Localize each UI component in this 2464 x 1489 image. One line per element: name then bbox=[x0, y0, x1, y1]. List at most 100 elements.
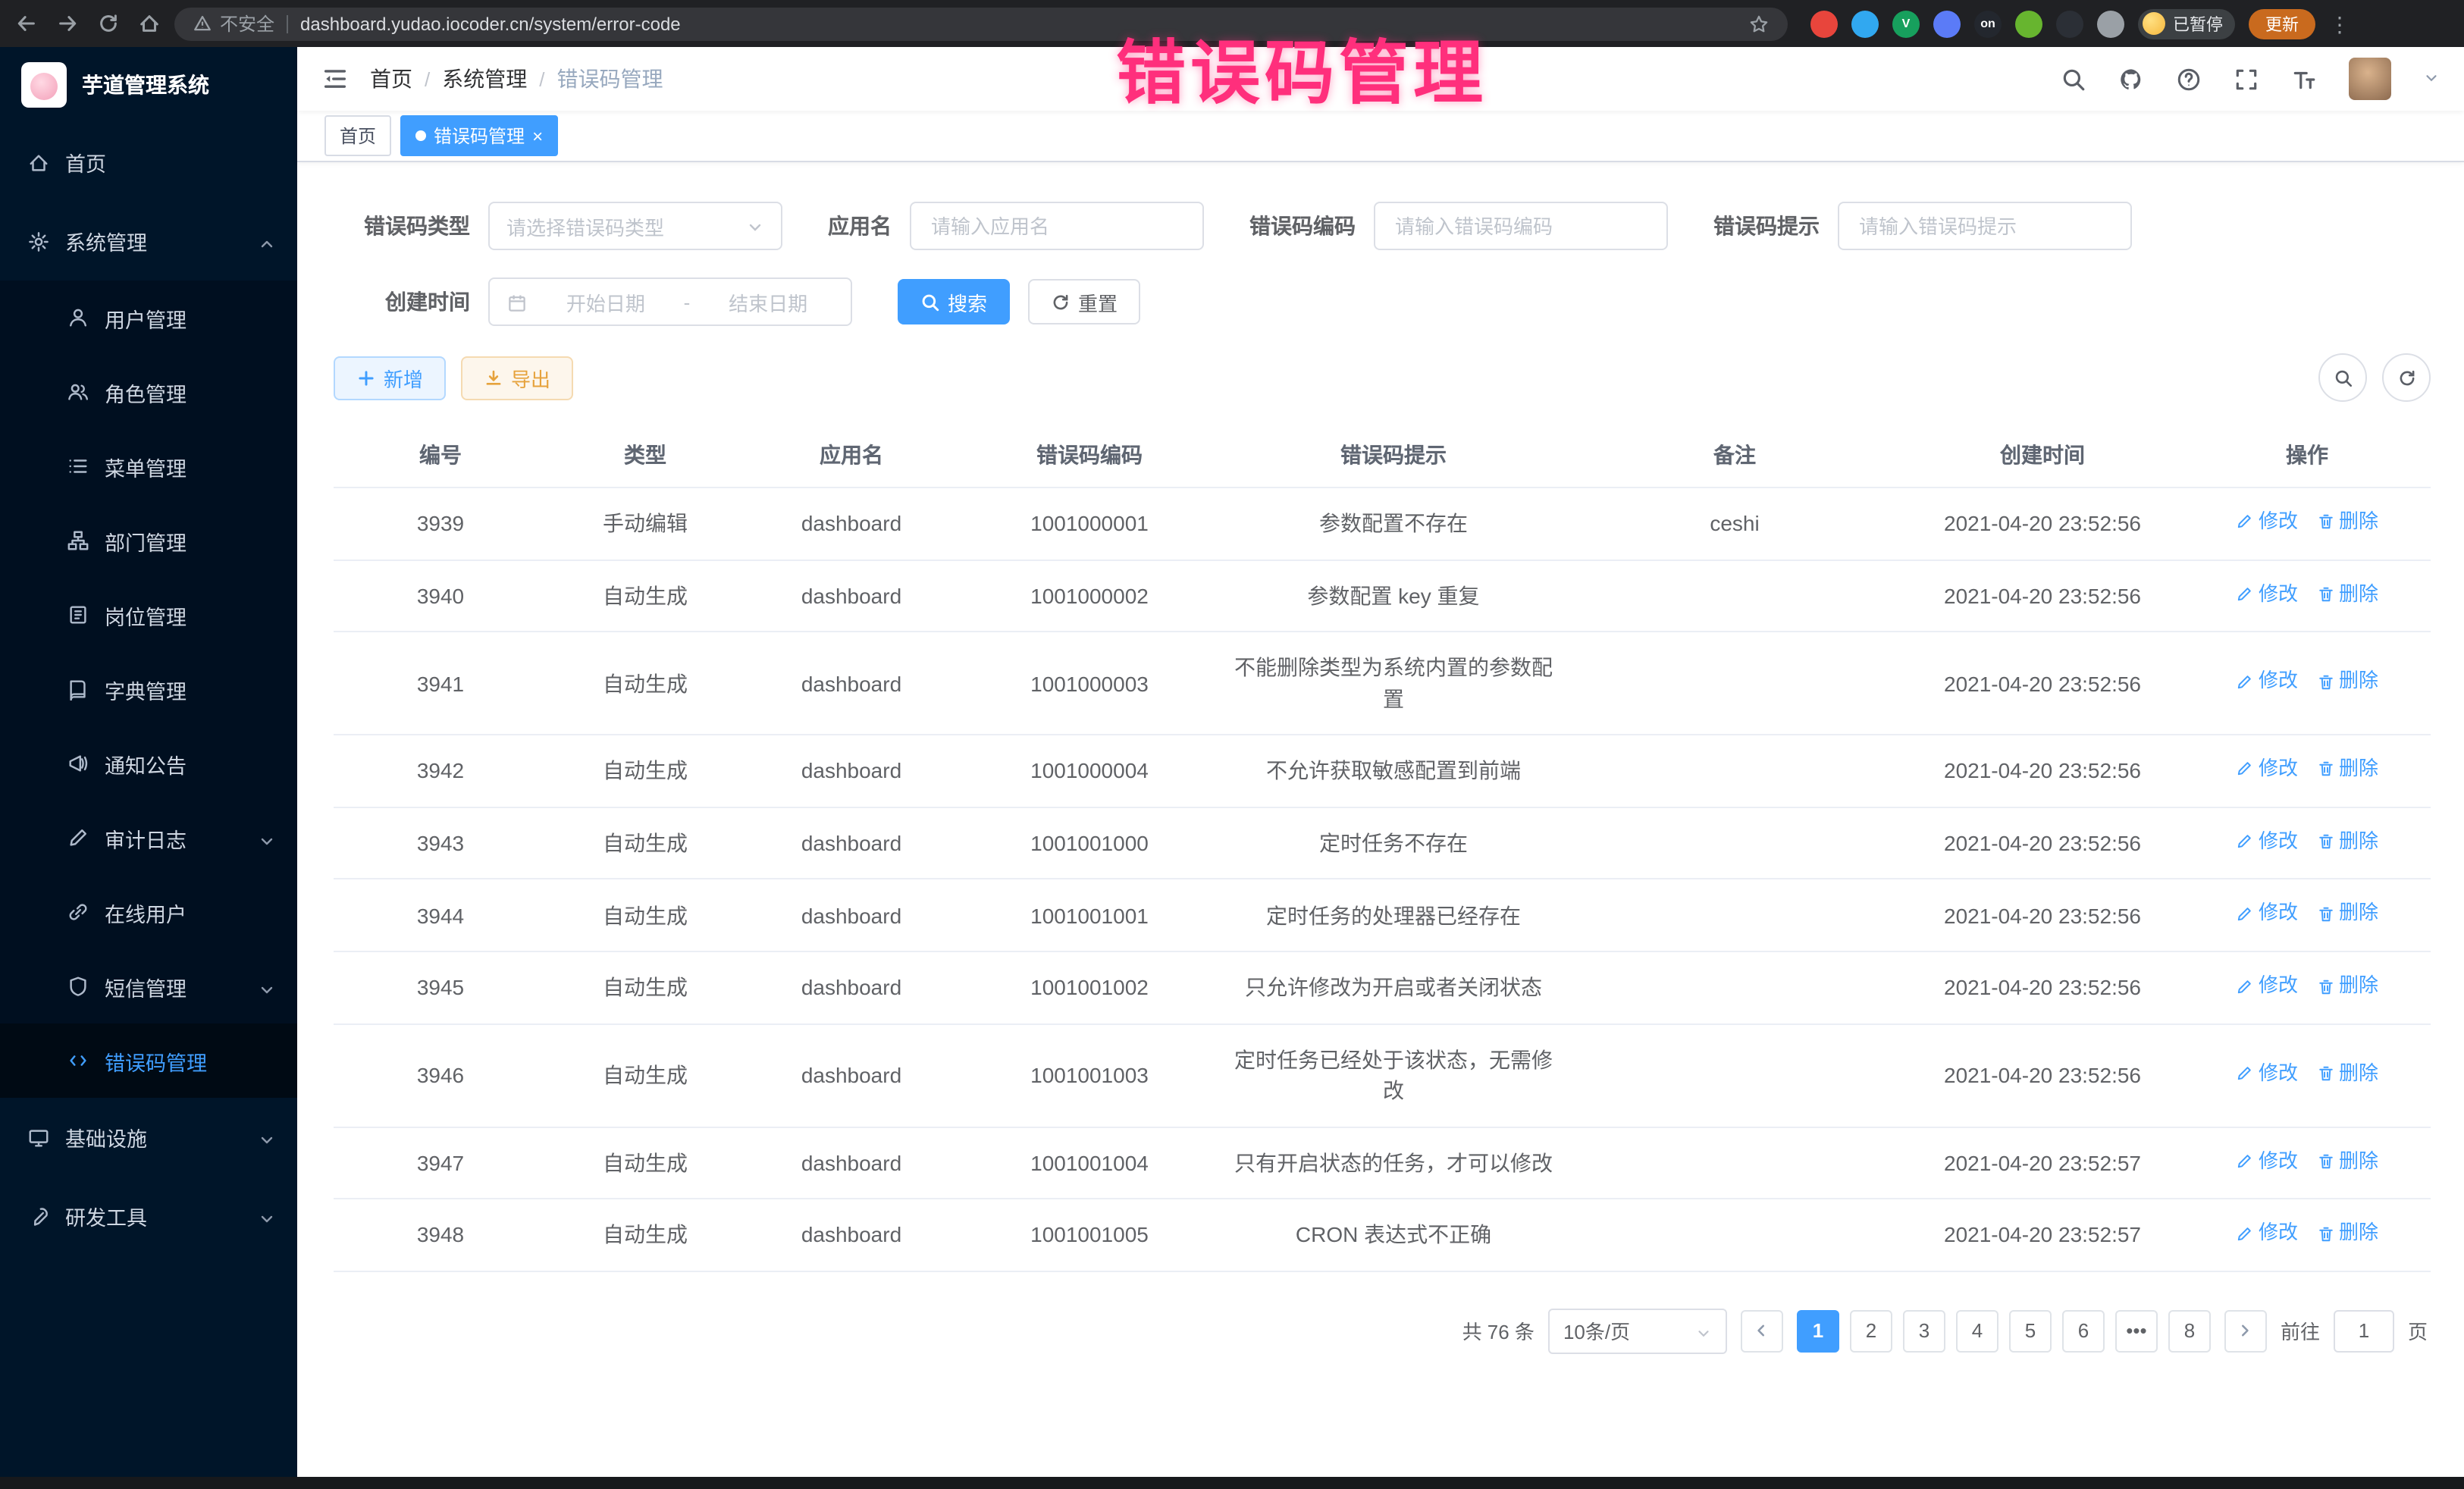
page-ellipsis-button[interactable]: ••• bbox=[2115, 1310, 2158, 1353]
home-icon[interactable] bbox=[138, 12, 161, 35]
app-name-input[interactable] bbox=[928, 213, 1186, 239]
page-button[interactable]: 4 bbox=[1956, 1310, 1998, 1353]
delete-link[interactable]: 删除 bbox=[2316, 755, 2378, 784]
sidebar-item-sms-management[interactable]: 短信管理 bbox=[0, 949, 297, 1023]
back-icon[interactable] bbox=[15, 12, 38, 35]
edit-link[interactable]: 修改 bbox=[2236, 1219, 2298, 1248]
extension-icon[interactable] bbox=[1933, 10, 1961, 37]
reload-icon[interactable] bbox=[97, 12, 120, 35]
security-warning[interactable]: 不安全 bbox=[193, 11, 274, 36]
breadcrumb-home[interactable]: 首页 bbox=[370, 64, 412, 94]
edit-link[interactable]: 修改 bbox=[2236, 580, 2298, 609]
edit-link[interactable]: 修改 bbox=[2236, 972, 2298, 1001]
bookmark-star-icon[interactable] bbox=[1748, 12, 1770, 35]
page-size-select[interactable]: 10条/页 bbox=[1548, 1309, 1727, 1354]
next-page-button[interactable] bbox=[2224, 1310, 2267, 1353]
sidebar-item-role-management[interactable]: 角色管理 bbox=[0, 355, 297, 429]
reset-button[interactable]: 重置 bbox=[1028, 279, 1140, 324]
delete-link[interactable]: 删除 bbox=[2316, 668, 2378, 697]
tree-icon bbox=[67, 529, 89, 552]
delete-link[interactable]: 删除 bbox=[2316, 1147, 2378, 1176]
page-button[interactable]: 8 bbox=[2168, 1310, 2211, 1353]
extension-icon[interactable] bbox=[2056, 10, 2083, 37]
profile-paused-badge[interactable]: 已暂停 bbox=[2138, 8, 2235, 39]
page-button[interactable]: 5 bbox=[2009, 1310, 2052, 1353]
delete-link[interactable]: 删除 bbox=[2316, 580, 2378, 609]
extension-icon[interactable]: on bbox=[1974, 10, 2002, 37]
add-button[interactable]: 新增 bbox=[334, 356, 446, 400]
delete-link[interactable]: 删除 bbox=[2316, 1219, 2378, 1248]
prev-page-button[interactable] bbox=[1741, 1310, 1783, 1353]
sidebar-item-menu-management[interactable]: 菜单管理 bbox=[0, 429, 297, 503]
delete-link[interactable]: 删除 bbox=[2316, 508, 2378, 537]
page-button[interactable]: 3 bbox=[1903, 1310, 1945, 1353]
delete-link[interactable]: 删除 bbox=[2316, 1060, 2378, 1089]
extension-icon[interactable] bbox=[2097, 10, 2124, 37]
goto-page-input[interactable] bbox=[2334, 1310, 2394, 1353]
delete-link[interactable]: 删除 bbox=[2316, 828, 2378, 857]
error-code-input[interactable] bbox=[1392, 213, 1650, 239]
cell-operations: 修改删除 bbox=[2183, 807, 2431, 879]
sidebar-item-notice[interactable]: 通知公告 bbox=[0, 726, 297, 801]
sidebar-item-audit-log[interactable]: 审计日志 bbox=[0, 801, 297, 875]
extension-icon[interactable] bbox=[1810, 10, 1838, 37]
edit-link[interactable]: 修改 bbox=[2236, 755, 2298, 784]
search-button[interactable]: 搜索 bbox=[898, 279, 1010, 324]
sidebar-item-label: 通知公告 bbox=[105, 748, 276, 779]
delete-link[interactable]: 删除 bbox=[2316, 900, 2378, 929]
browser-menu-icon[interactable]: ⋮ bbox=[2329, 13, 2350, 34]
address-bar[interactable]: 不安全 dashboard.yudao.iocoder.cn/system/er… bbox=[174, 7, 1788, 40]
help-icon[interactable] bbox=[2176, 66, 2202, 92]
monitor-icon bbox=[27, 1126, 50, 1149]
sidebar-item-dept-management[interactable]: 部门管理 bbox=[0, 503, 297, 578]
edit-link[interactable]: 修改 bbox=[2236, 900, 2298, 929]
edit-link[interactable]: 修改 bbox=[2236, 508, 2298, 537]
sidebar-item-home[interactable]: 首页 bbox=[0, 123, 297, 202]
filter-type-label: 错误码类型 bbox=[334, 211, 470, 241]
edit-link[interactable]: 修改 bbox=[2236, 1060, 2298, 1089]
browser-update-button[interactable]: 更新 bbox=[2249, 8, 2315, 39]
error-hint-input[interactable] bbox=[1856, 213, 2114, 239]
sidebar-toggle-icon[interactable] bbox=[321, 65, 349, 92]
export-button[interactable]: 导出 bbox=[461, 356, 573, 400]
breadcrumb: 首页 / 系统管理 / 错误码管理 bbox=[370, 64, 663, 94]
page-button[interactable]: 2 bbox=[1850, 1310, 1892, 1353]
filter-time-label: 创建时间 bbox=[334, 287, 470, 317]
book-icon bbox=[67, 678, 89, 701]
user-avatar[interactable] bbox=[2349, 58, 2391, 100]
cell-id: 3948 bbox=[334, 1199, 547, 1271]
sidebar-item-dev-tools[interactable]: 研发工具 bbox=[0, 1177, 297, 1255]
refresh-table-button[interactable] bbox=[2382, 353, 2431, 402]
sidebar-item-user-management[interactable]: 用户管理 bbox=[0, 281, 297, 355]
chevron-down-icon[interactable] bbox=[2423, 65, 2440, 92]
logo[interactable]: 芋道管理系统 bbox=[0, 47, 297, 123]
fullscreen-icon[interactable] bbox=[2234, 66, 2259, 92]
extension-icon[interactable] bbox=[1851, 10, 1879, 37]
font-size-icon[interactable] bbox=[2291, 66, 2317, 92]
create-time-range-picker[interactable]: 开始日期 - 结束日期 bbox=[488, 277, 852, 326]
edit-link[interactable]: 修改 bbox=[2236, 828, 2298, 857]
delete-link[interactable]: 删除 bbox=[2316, 972, 2378, 1001]
page-button[interactable]: 6 bbox=[2062, 1310, 2105, 1353]
edit-link[interactable]: 修改 bbox=[2236, 668, 2298, 697]
extension-icon[interactable] bbox=[2015, 10, 2042, 37]
forward-icon[interactable] bbox=[56, 12, 79, 35]
extension-icon[interactable]: V bbox=[1892, 10, 1920, 37]
sidebar-item-error-code-management[interactable]: 错误码管理 bbox=[0, 1023, 297, 1098]
error-type-select[interactable]: 请选择错误码类型 bbox=[488, 202, 782, 250]
sidebar-item-system-management[interactable]: 系统管理 bbox=[0, 202, 297, 281]
search-icon[interactable] bbox=[2061, 66, 2086, 92]
tab-home[interactable]: 首页 bbox=[324, 115, 391, 156]
edit-link[interactable]: 修改 bbox=[2236, 1147, 2298, 1176]
sidebar-item-online-users[interactable]: 在线用户 bbox=[0, 875, 297, 949]
close-icon[interactable]: × bbox=[532, 127, 543, 145]
page-button[interactable]: 1 bbox=[1797, 1310, 1839, 1353]
sidebar-item-post-management[interactable]: 岗位管理 bbox=[0, 578, 297, 652]
trash-icon bbox=[2316, 1224, 2334, 1243]
github-icon[interactable] bbox=[2118, 66, 2144, 92]
breadcrumb-system[interactable]: 系统管理 bbox=[442, 64, 527, 94]
show-search-button[interactable] bbox=[2318, 353, 2367, 402]
tab-error-code[interactable]: 错误码管理 × bbox=[400, 115, 558, 156]
sidebar-item-infrastructure[interactable]: 基础设施 bbox=[0, 1098, 297, 1177]
sidebar-item-dict-management[interactable]: 字典管理 bbox=[0, 652, 297, 726]
